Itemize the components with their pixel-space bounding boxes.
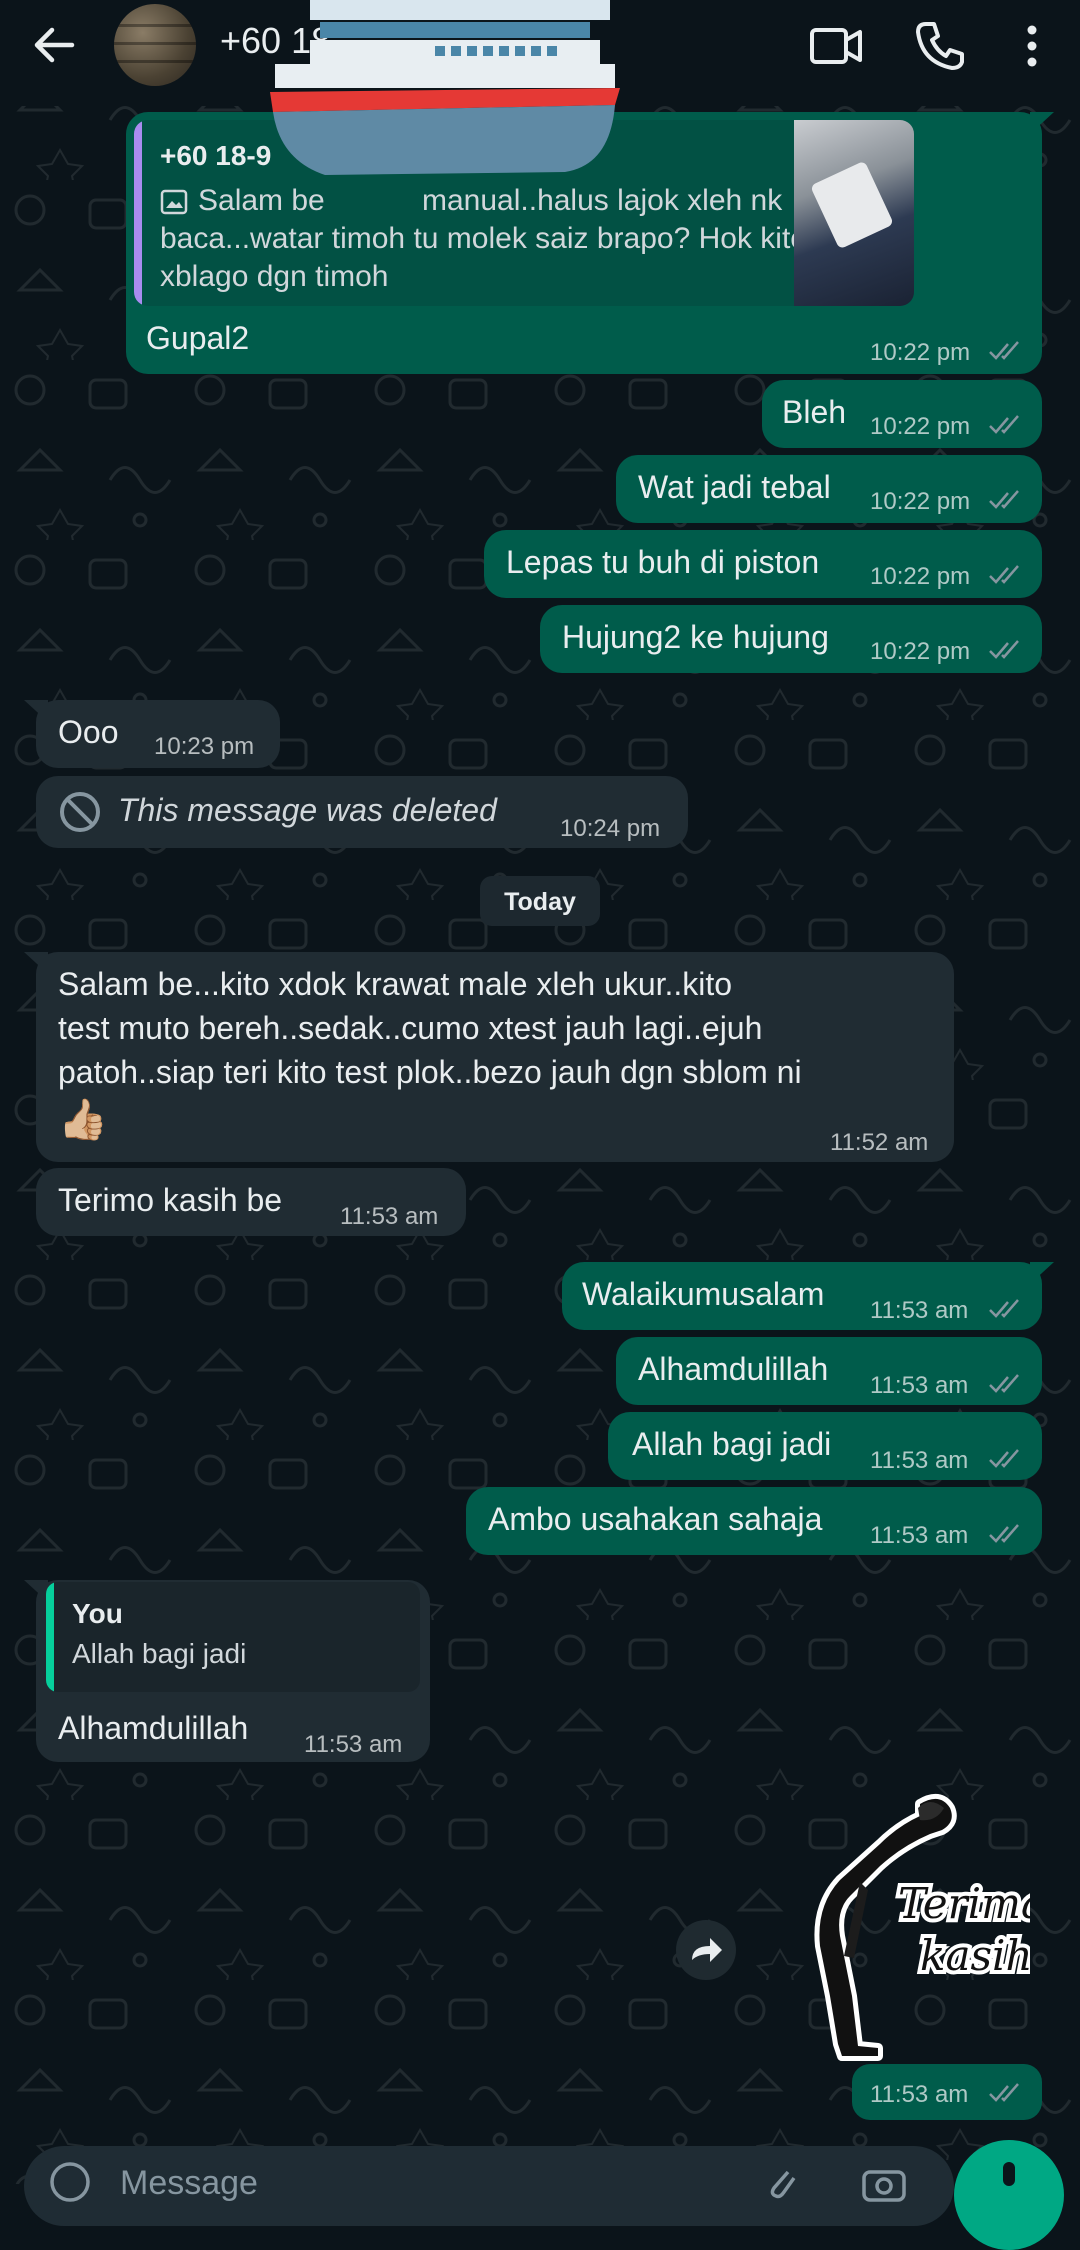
message-time: 10:22 pm [870, 638, 971, 665]
message-text: Wat jadi tebal [638, 469, 831, 505]
message-text-line: test muto bereh..sedak..cumo xtest jauh … [58, 1010, 763, 1046]
message-time: 10:22 pm [870, 563, 971, 590]
message-time: 10:24 pm [560, 815, 661, 842]
message-text: Bleh [782, 394, 847, 430]
block-icon [60, 792, 100, 832]
message-time: 11:53 am [870, 1447, 969, 1474]
back-arrow-icon[interactable] [28, 20, 78, 70]
date-separator: Today [480, 876, 600, 926]
double-check-icon [989, 1299, 1019, 1318]
message-time: 11:53 am [870, 1522, 969, 1549]
message-text: Alhamdulillah [638, 1351, 829, 1387]
message-time: 10:23 pm [154, 733, 255, 760]
forward-icon [692, 1938, 722, 1962]
message-time: 11:53 am [870, 2081, 969, 2108]
message-text: Allah bagi jadi [632, 1426, 832, 1462]
quote-sender: You [72, 1598, 123, 1629]
forward-button[interactable] [676, 1920, 736, 1980]
double-check-icon [989, 490, 1019, 509]
message-text: Ambo usahakan sahaja [488, 1501, 823, 1537]
sticker-text-line1: Terima [898, 1879, 1030, 1928]
message-text: Terimo kasih be [58, 1182, 283, 1218]
double-check-icon [989, 2083, 1019, 2102]
double-check-icon [989, 1524, 1019, 1543]
quote-text: Allah bagi jadi [72, 1638, 247, 1669]
message-text: Hujung2 ke hujung [562, 619, 829, 655]
double-check-icon [989, 1449, 1019, 1468]
message-text: Gupal2 [146, 320, 250, 356]
mic-icon [1003, 2162, 1015, 2186]
message-text: Lepas tu buh di piston [506, 544, 820, 580]
message-time: 11:53 am [870, 1297, 969, 1324]
quote-sender: +60 18-9 [160, 140, 272, 171]
message-text-line: patoh..siap teri kito test plok..bezo ja… [58, 1054, 802, 1090]
contact-avatar[interactable] [114, 4, 196, 86]
video-call-icon[interactable] [808, 18, 864, 74]
message-text: Walaikumusalam [582, 1276, 825, 1312]
message-text: Ooo [58, 714, 119, 750]
voice-call-icon[interactable] [912, 18, 968, 74]
message-time: 10:22 pm [870, 413, 971, 440]
double-check-icon [989, 1374, 1019, 1393]
message-time: 11:53 am [870, 1372, 969, 1399]
message-time: 11:53 am [340, 1203, 439, 1230]
message-time: 11:52 am [830, 1129, 929, 1156]
message-time: 11:53 am [304, 1731, 403, 1758]
quoted-image-thumbnail [794, 120, 914, 306]
message-text: Alhamdulillah [58, 1710, 249, 1746]
double-check-icon [989, 415, 1019, 434]
sticker-text-line2: kasih [920, 1931, 1030, 1980]
emoji-icon[interactable] [48, 2160, 92, 2204]
message-input-bar[interactable]: Message [24, 2146, 954, 2226]
more-vert-icon[interactable] [1004, 18, 1060, 74]
message-time: 10:22 pm [870, 339, 971, 366]
mic-button[interactable] [954, 2140, 1064, 2250]
double-check-icon [989, 341, 1019, 360]
quoted-message[interactable]: You Allah bagi jadi [46, 1582, 420, 1692]
camera-icon[interactable] [860, 2160, 908, 2204]
photo-icon [160, 189, 188, 215]
ship-overlay-sticker [270, 0, 620, 175]
thank-you-sticker[interactable]: Terima kasih [780, 1786, 1030, 2066]
message-time: 10:22 pm [870, 488, 971, 515]
message-text: This message was deleted [118, 792, 497, 828]
thumbs-up-emoji: 👍🏼 [58, 1098, 108, 1142]
double-check-icon [989, 565, 1019, 584]
double-check-icon [989, 640, 1019, 659]
message-text-line: Salam be...kito xdok krawat male xleh uk… [58, 966, 733, 1002]
attach-icon[interactable] [760, 2160, 800, 2204]
